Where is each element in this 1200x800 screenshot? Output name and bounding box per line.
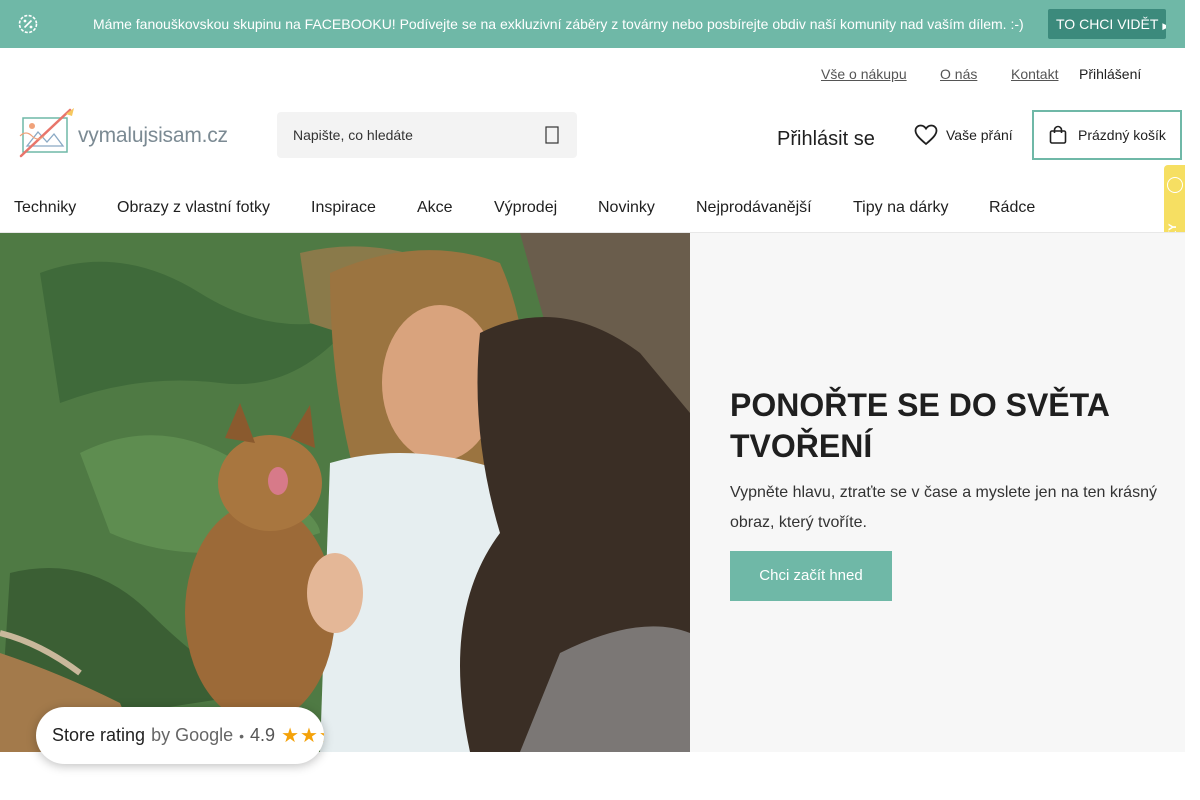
announcement-cta-button[interactable]: TO CHCI VIDĚT ▶ bbox=[1048, 9, 1166, 39]
palette-brush-logo-icon bbox=[19, 108, 74, 158]
hero-cta-button[interactable]: Chci začít hned bbox=[730, 551, 892, 601]
nav-item-tipy-na-darky[interactable]: Tipy na dárky bbox=[853, 199, 948, 217]
nav-item-novinky[interactable]: Novinky bbox=[598, 199, 655, 217]
cart-button[interactable]: Prázdný košík bbox=[1032, 110, 1182, 160]
site-logo[interactable]: vymalujsisam.cz bbox=[18, 106, 228, 162]
link-contact[interactable]: Kontakt bbox=[1011, 66, 1058, 82]
nav-item-inspirace[interactable]: Inspirace bbox=[311, 199, 376, 217]
nav-item-techniky[interactable]: Techniky bbox=[14, 199, 76, 217]
cart-label: Prázdný košík bbox=[1078, 127, 1166, 143]
hero-subtitle: Vypněte hlavu, ztraťte se v čase a mysle… bbox=[730, 484, 1157, 531]
search-placeholder: Napište, co hledáte bbox=[293, 127, 413, 143]
link-about-us[interactable]: O nás bbox=[940, 66, 977, 82]
nav-item-obrazy-z-vlastni-fotky[interactable]: Obrazy z vlastní fotky bbox=[117, 199, 270, 217]
hero-image bbox=[0, 233, 690, 752]
logo-text: vymalujsisam.cz bbox=[78, 124, 228, 147]
percent-badge-icon bbox=[18, 14, 38, 34]
announcement-cta-label: TO CHCI VIDĚT bbox=[1056, 16, 1159, 32]
wishlist-label: Vaše přání bbox=[946, 127, 1013, 143]
nav-item-radce[interactable]: Rádce bbox=[989, 199, 1035, 217]
separator-dot: • bbox=[239, 727, 245, 744]
announcement-message: Máme fanouškovskou skupinu na FACEBOOKU!… bbox=[93, 16, 1024, 32]
signin-link[interactable]: Přihlásit se bbox=[777, 128, 875, 151]
star-rating-icon: ★★★★★ bbox=[281, 725, 324, 747]
store-rating-widget[interactable]: Store rating by Google • 4.9 ★★★★★ bbox=[36, 707, 324, 764]
shopping-bag-icon bbox=[1049, 125, 1067, 144]
announcement-bar: Máme fanouškovskou skupinu na FACEBOOKU!… bbox=[0, 0, 1185, 48]
store-rating-value: 4.9 bbox=[250, 725, 276, 745]
link-about-shopping[interactable]: Vše o nákupu bbox=[821, 66, 907, 82]
search-field[interactable]: Napište, co hledáte bbox=[277, 112, 577, 158]
nav-item-akce[interactable]: Akce bbox=[417, 199, 453, 217]
verified-seal-icon bbox=[1167, 177, 1183, 193]
store-rating-label: Store rating bbox=[52, 725, 146, 745]
chevron-right-icon: ▶ bbox=[1162, 21, 1166, 31]
store-rating-source: by Google bbox=[151, 725, 234, 745]
wishlist-link[interactable]: Vaše přání bbox=[914, 122, 1013, 148]
hero-title: PONOŘTE SE DO SVĚTA TVOŘENÍ bbox=[730, 387, 1109, 464]
nav-item-vyprodej[interactable]: Výprodej bbox=[494, 199, 557, 217]
nav-item-nejprodavanejsi[interactable]: Nejprodávanější bbox=[696, 199, 812, 217]
search-icon[interactable] bbox=[544, 126, 560, 144]
heart-icon bbox=[914, 124, 938, 146]
link-login[interactable]: Přihlášení bbox=[1079, 66, 1141, 82]
